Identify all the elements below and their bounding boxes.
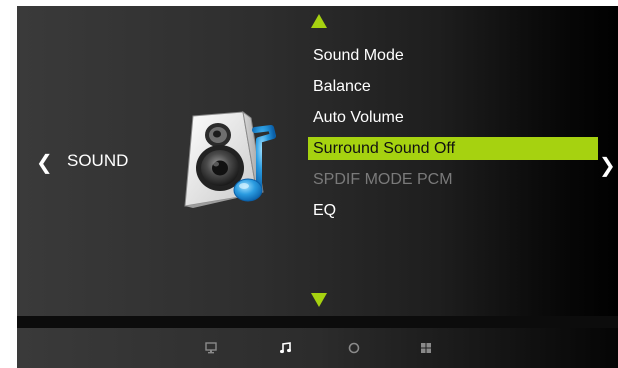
menu-panel: ❮ SOUND Sound Mode Balance Auto Volume S… [17,6,618,316]
triangle-down-icon[interactable] [311,293,327,307]
sound-options-list: Sound Mode Balance Auto Volume Surround … [308,44,598,230]
speaker-music-note-icon [171,110,279,210]
grid-icon[interactable] [420,342,432,354]
bottom-tab-bar [17,328,618,368]
section-title: SOUND [67,151,129,170]
menu-item-surround-sound[interactable]: Surround Sound Off [308,137,598,160]
monitor-icon[interactable] [205,342,217,354]
sound-menu-osd: ❮ SOUND Sound Mode Balance Auto Volume S… [17,6,618,368]
menu-item-spdif-mode: SPDIF MODE PCM [313,171,453,188]
menu-item-sound-mode[interactable]: Sound Mode [308,44,598,67]
previous-page-arrow-icon[interactable]: ❮ [36,153,53,173]
menu-item-balance[interactable]: Balance [308,75,598,98]
music-note-icon[interactable] [279,342,291,354]
next-page-arrow-icon[interactable]: ❯ [599,156,616,176]
menu-item-eq[interactable]: EQ [308,199,598,222]
menu-item-auto-volume[interactable]: Auto Volume [308,106,598,129]
clock-icon[interactable] [348,342,360,354]
divider [17,316,618,328]
triangle-up-icon[interactable] [311,14,327,28]
